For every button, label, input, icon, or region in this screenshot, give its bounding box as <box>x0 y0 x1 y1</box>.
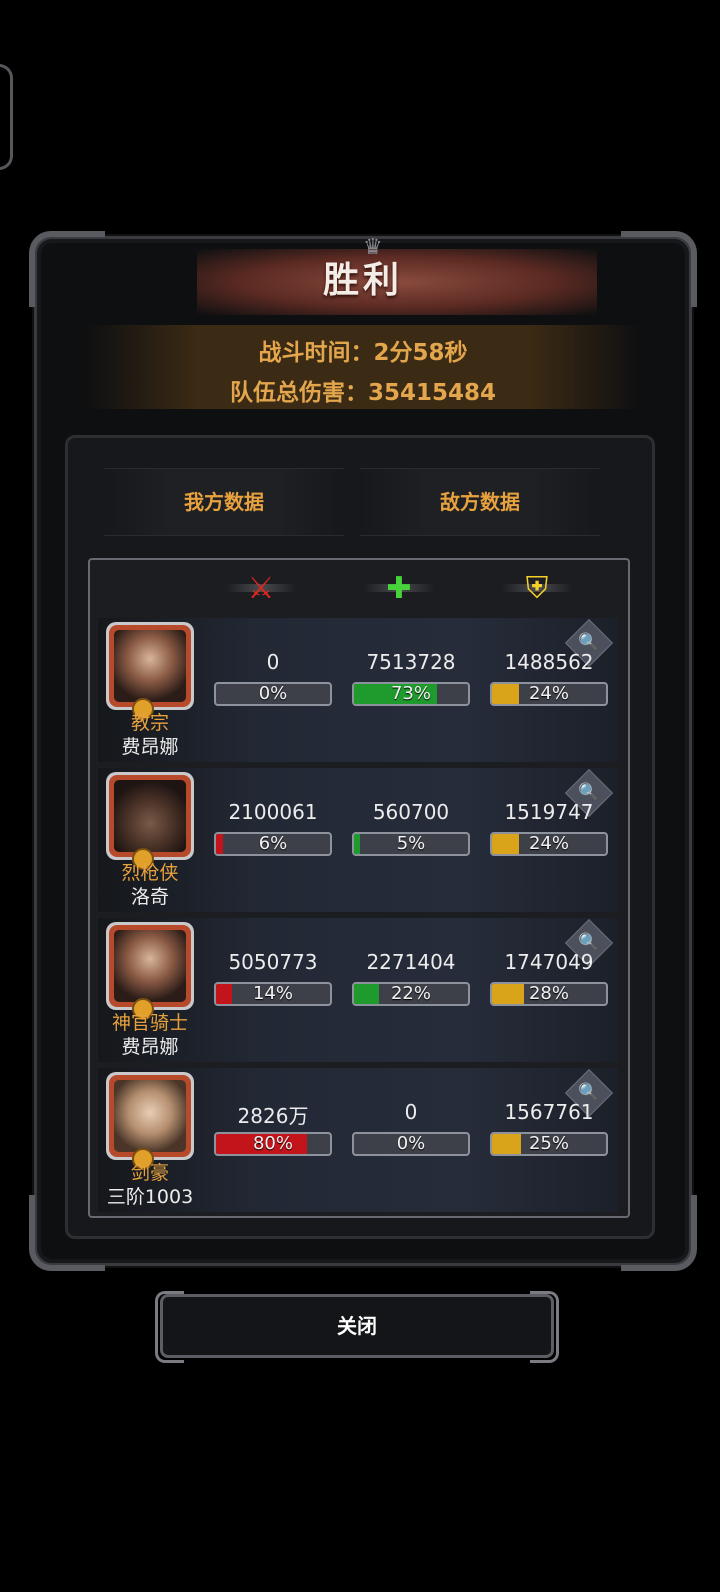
shield-percent: 28% <box>528 983 569 1004</box>
heal-value: 560700 <box>372 800 450 824</box>
damage-value: 0 <box>266 650 280 674</box>
hero-row: 烈枪侠 洛奇 🔍 2100061 6% 560700 5% 1519747 24… <box>98 768 618 912</box>
damage-value: 5050773 <box>228 950 318 974</box>
damage-stat: 0 0% <box>214 650 332 706</box>
battle-time: 战斗时间：2分58秒 <box>258 340 468 366</box>
shield-percent: 25% <box>528 1133 569 1154</box>
hero-portrait[interactable] <box>106 772 194 860</box>
victory-panel: ♛ 胜利 战斗时间：2分58秒 队伍总伤害：35415484 我方数据 敌方数据… <box>29 231 697 1271</box>
shield-bar: 24% <box>490 682 608 706</box>
tab-our-data[interactable]: 我方数据 <box>104 468 344 536</box>
battle-summary: 战斗时间：2分58秒 队伍总伤害：35415484 <box>85 325 641 409</box>
heal-stat: 0 0% <box>352 1100 470 1156</box>
hero-stats-table: ⚔ ✚ ⛨ 教宗 费昂娜 🔍 0 0% 7513728 73% 1488562 … <box>88 558 630 1218</box>
heal-stat: 7513728 73% <box>352 650 470 706</box>
heal-value: 2271404 <box>366 950 456 974</box>
heal-cross-icon: ✚ <box>364 566 434 610</box>
shield-percent: 24% <box>528 683 569 704</box>
heal-value: 0 <box>404 1100 418 1124</box>
shield-value: 1747049 <box>504 950 594 974</box>
heal-value: 7513728 <box>366 650 456 674</box>
stats-container: 我方数据 敌方数据 ⚔ ✚ ⛨ 教宗 费昂娜 🔍 0 0% 7513728 73 <box>65 435 655 1239</box>
hero-portrait[interactable] <box>106 622 194 710</box>
damage-bar: 6% <box>214 832 332 856</box>
hero-portrait[interactable] <box>106 1072 194 1160</box>
result-title: 胜利 <box>322 260 403 301</box>
shield-stat: 1747049 28% <box>490 950 608 1006</box>
damage-stat: 5050773 14% <box>214 950 332 1006</box>
shield-stat: 1519747 24% <box>490 800 608 856</box>
hero-class: 教宗 <box>130 712 169 734</box>
damage-bar: 80% <box>214 1132 332 1156</box>
close-button[interactable]: 关闭 <box>155 1291 559 1363</box>
tab-enemy-data[interactable]: 敌方数据 <box>360 468 600 536</box>
shield-bar: 28% <box>490 982 608 1006</box>
damage-value: 2100061 <box>228 800 318 824</box>
sword-icon: ⚔ <box>226 566 296 610</box>
heal-bar: 5% <box>352 832 470 856</box>
shield-value: 1567761 <box>504 1100 594 1124</box>
damage-bar: 14% <box>214 982 332 1006</box>
shield-bar: 24% <box>490 832 608 856</box>
shield-stat: 1567761 25% <box>490 1100 608 1156</box>
hero-name: 费昂娜 <box>121 1036 179 1058</box>
hero-name: 三阶1003 <box>106 1186 194 1208</box>
heal-percent: 5% <box>396 833 426 854</box>
damage-stat: 2100061 6% <box>214 800 332 856</box>
heal-percent: 0% <box>396 1133 426 1154</box>
side-edge-tab <box>0 64 13 170</box>
hero-portrait[interactable] <box>106 922 194 1010</box>
shield-icon: ⛨ <box>502 566 572 610</box>
damage-value: 2826万 <box>237 1104 309 1128</box>
hero-class: 神官骑士 <box>111 1012 188 1034</box>
hero-class: 剑豪 <box>130 1162 169 1184</box>
damage-percent: 6% <box>258 833 288 854</box>
hero-name: 洛奇 <box>130 886 169 908</box>
shield-value: 1488562 <box>504 650 594 674</box>
damage-percent: 80% <box>252 1133 293 1154</box>
heal-stat: 560700 5% <box>352 800 470 856</box>
heal-bar: 0% <box>352 1132 470 1156</box>
hero-row: 神官骑士 费昂娜 🔍 5050773 14% 2271404 22% 17470… <box>98 918 618 1062</box>
hero-row: 剑豪 三阶1003 🔍 2826万 80% 0 0% 1567761 25% <box>98 1068 618 1212</box>
damage-percent: 0% <box>258 683 288 704</box>
team-total-damage: 队伍总伤害：35415484 <box>229 380 497 406</box>
damage-stat: 2826万 80% <box>214 1100 332 1156</box>
heal-stat: 2271404 22% <box>352 950 470 1006</box>
hero-row: 教宗 费昂娜 🔍 0 0% 7513728 73% 1488562 24% <box>98 618 618 762</box>
heal-bar: 73% <box>352 682 470 706</box>
shield-value: 1519747 <box>504 800 594 824</box>
hero-class: 烈枪侠 <box>121 862 179 884</box>
shield-percent: 24% <box>528 833 569 854</box>
hero-name: 费昂娜 <box>121 736 179 758</box>
data-tabs: 我方数据 敌方数据 <box>68 468 652 538</box>
shield-bar: 25% <box>490 1132 608 1156</box>
heal-bar: 22% <box>352 982 470 1006</box>
shield-stat: 1488562 24% <box>490 650 608 706</box>
damage-bar: 0% <box>214 682 332 706</box>
damage-percent: 14% <box>252 983 293 1004</box>
heal-percent: 73% <box>390 683 431 704</box>
heal-percent: 22% <box>390 983 431 1004</box>
